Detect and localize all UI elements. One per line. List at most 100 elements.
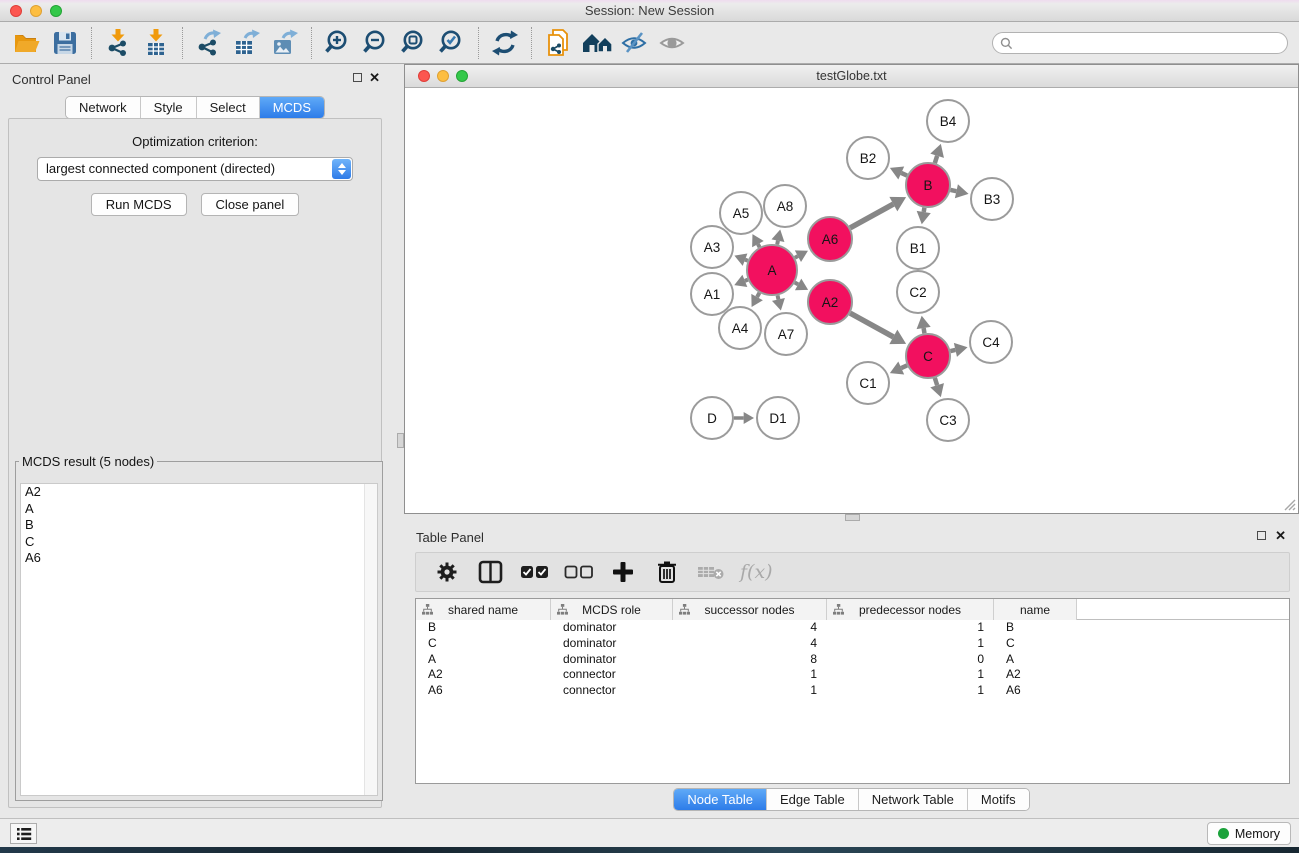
vertical-split-handle[interactable] bbox=[397, 433, 404, 448]
edge-B-B1[interactable] bbox=[924, 208, 925, 212]
table-settings-gear-icon[interactable] bbox=[430, 557, 464, 587]
graph-node-B3[interactable]: B3 bbox=[971, 178, 1013, 220]
edge-A-A8[interactable] bbox=[777, 241, 778, 245]
clone-network-icon[interactable] bbox=[539, 25, 577, 61]
graph-node-D1[interactable]: D1 bbox=[757, 397, 799, 439]
network-window-titlebar[interactable]: testGlobe.txt bbox=[405, 65, 1298, 88]
edge-C-C1[interactable] bbox=[901, 365, 907, 368]
edge-C-C3[interactable] bbox=[935, 378, 937, 385]
import-network-icon[interactable] bbox=[99, 25, 137, 61]
tab-motifs[interactable]: Motifs bbox=[968, 789, 1029, 810]
open-session-icon[interactable] bbox=[8, 25, 46, 61]
mcds-result-item[interactable]: A bbox=[21, 501, 377, 518]
export-table-icon[interactable] bbox=[228, 25, 266, 61]
table-row[interactable]: A2connector11A2 bbox=[416, 667, 1289, 683]
graph-node-C1[interactable]: C1 bbox=[847, 362, 889, 404]
edge-A-A1[interactable] bbox=[745, 280, 748, 281]
zoom-in-icon[interactable] bbox=[319, 25, 357, 61]
graph-node-C3[interactable]: C3 bbox=[927, 399, 969, 441]
export-image-icon[interactable] bbox=[266, 25, 304, 61]
table-row[interactable]: Cdominator41C bbox=[416, 636, 1289, 652]
tab-network-table[interactable]: Network Table bbox=[859, 789, 968, 810]
zoom-out-icon[interactable] bbox=[357, 25, 395, 61]
graph-node-A8[interactable]: A8 bbox=[764, 185, 806, 227]
graph-node-A6[interactable]: A6 bbox=[808, 217, 852, 261]
zoom-fit-icon[interactable] bbox=[395, 25, 433, 61]
network-graph[interactable]: B4 B2 B B3 A8A5 A6 A3 B1 A C2 A1 A2 A4A7 C4 C C1 D D1 C3 bbox=[405, 88, 1298, 513]
graph-node-A5[interactable]: A5 bbox=[720, 192, 762, 234]
tab-edge-table[interactable]: Edge Table bbox=[767, 789, 859, 810]
graph-node-B2[interactable]: B2 bbox=[847, 137, 889, 179]
mcds-result-item[interactable]: A6 bbox=[21, 550, 377, 567]
table-row[interactable]: Adominator80A bbox=[416, 652, 1289, 668]
refresh-icon[interactable] bbox=[486, 25, 524, 61]
graph-node-A4[interactable]: A4 bbox=[719, 307, 761, 349]
graph-node-C2[interactable]: C2 bbox=[897, 271, 939, 313]
tab-network[interactable]: Network bbox=[66, 97, 141, 118]
tab-select[interactable]: Select bbox=[197, 97, 260, 118]
column-header-name[interactable]: name bbox=[994, 599, 1077, 620]
search-box[interactable] bbox=[992, 32, 1288, 54]
edge-A-A4[interactable] bbox=[757, 293, 759, 297]
edge-A2-C[interactable] bbox=[850, 313, 893, 337]
create-column-icon[interactable] bbox=[606, 557, 640, 587]
edge-C-C4[interactable] bbox=[950, 350, 955, 351]
graph-node-C[interactable]: C bbox=[906, 334, 950, 378]
home-icon[interactable] bbox=[577, 25, 615, 61]
edge-B-B3[interactable] bbox=[950, 190, 956, 191]
column-header-successor-nodes[interactable]: successor nodes bbox=[673, 599, 827, 620]
mcds-result-item[interactable]: A2 bbox=[21, 484, 377, 501]
mcds-result-item[interactable]: B bbox=[21, 517, 377, 534]
run-mcds-button[interactable]: Run MCDS bbox=[91, 193, 187, 216]
edge-A-A7[interactable] bbox=[778, 295, 779, 299]
tab-mcds[interactable]: MCDS bbox=[260, 97, 324, 118]
column-header-shared-name[interactable]: shared name bbox=[416, 599, 551, 620]
edge-B-B4[interactable] bbox=[935, 156, 937, 163]
save-session-icon[interactable] bbox=[46, 25, 84, 61]
float-panel-icon[interactable] bbox=[353, 73, 362, 82]
tab-style[interactable]: Style bbox=[141, 97, 197, 118]
close-panel-icon[interactable]: ✕ bbox=[1275, 528, 1286, 544]
close-panel-button[interactable]: Close panel bbox=[201, 193, 300, 216]
graph-node-D[interactable]: D bbox=[691, 397, 733, 439]
criterion-dropdown[interactable]: largest connected component (directed) bbox=[37, 157, 353, 181]
graph-node-A3[interactable]: A3 bbox=[691, 226, 733, 268]
table-row[interactable]: A6connector11A6 bbox=[416, 683, 1289, 699]
graph-node-B4[interactable]: B4 bbox=[927, 100, 969, 142]
graph-node-A1[interactable]: A1 bbox=[691, 273, 733, 315]
deselect-all-icon[interactable] bbox=[562, 557, 596, 587]
graph-node-A[interactable]: A bbox=[747, 245, 797, 295]
float-panel-icon[interactable] bbox=[1257, 531, 1266, 540]
column-header-MCDS-role[interactable]: MCDS role bbox=[551, 599, 673, 620]
edge-A6-B[interactable] bbox=[850, 204, 893, 228]
mcds-result-list[interactable]: A2ABCA6 bbox=[20, 483, 378, 796]
export-network-icon[interactable] bbox=[190, 25, 228, 61]
delete-column-trash-icon[interactable] bbox=[650, 557, 684, 587]
task-history-button[interactable] bbox=[10, 823, 37, 844]
graph-node-A2[interactable]: A2 bbox=[808, 280, 852, 324]
column-header-predecessor-nodes[interactable]: predecessor nodes bbox=[827, 599, 994, 620]
scrollbar-track[interactable] bbox=[364, 484, 377, 795]
show-columns-icon[interactable] bbox=[474, 557, 508, 587]
close-panel-icon[interactable]: ✕ bbox=[369, 70, 380, 86]
horizontal-split-handle[interactable] bbox=[845, 514, 860, 521]
edge-A-A5[interactable] bbox=[758, 244, 760, 247]
edge-C-C2[interactable] bbox=[924, 328, 925, 333]
tab-node-table[interactable]: Node Table bbox=[674, 789, 767, 810]
zoom-selected-icon[interactable] bbox=[433, 25, 471, 61]
graph-node-A7[interactable]: A7 bbox=[765, 313, 807, 355]
hide-graphics-icon[interactable] bbox=[615, 25, 653, 61]
mcds-result-item[interactable]: C bbox=[21, 534, 377, 551]
edge-B-B2[interactable] bbox=[901, 173, 907, 176]
search-input[interactable] bbox=[1017, 34, 1279, 52]
edge-A-A3[interactable] bbox=[745, 260, 748, 261]
resize-grip-icon[interactable] bbox=[1282, 497, 1296, 511]
graph-node-C4[interactable]: C4 bbox=[970, 321, 1012, 363]
graph-node-B1[interactable]: B1 bbox=[897, 227, 939, 269]
select-all-icon[interactable] bbox=[518, 557, 552, 587]
edge-A-A6[interactable] bbox=[795, 256, 798, 258]
import-table-icon[interactable] bbox=[137, 25, 175, 61]
edge-A-A2[interactable] bbox=[795, 283, 798, 285]
graph-node-B[interactable]: B bbox=[906, 163, 950, 207]
memory-button[interactable]: Memory bbox=[1207, 822, 1291, 845]
